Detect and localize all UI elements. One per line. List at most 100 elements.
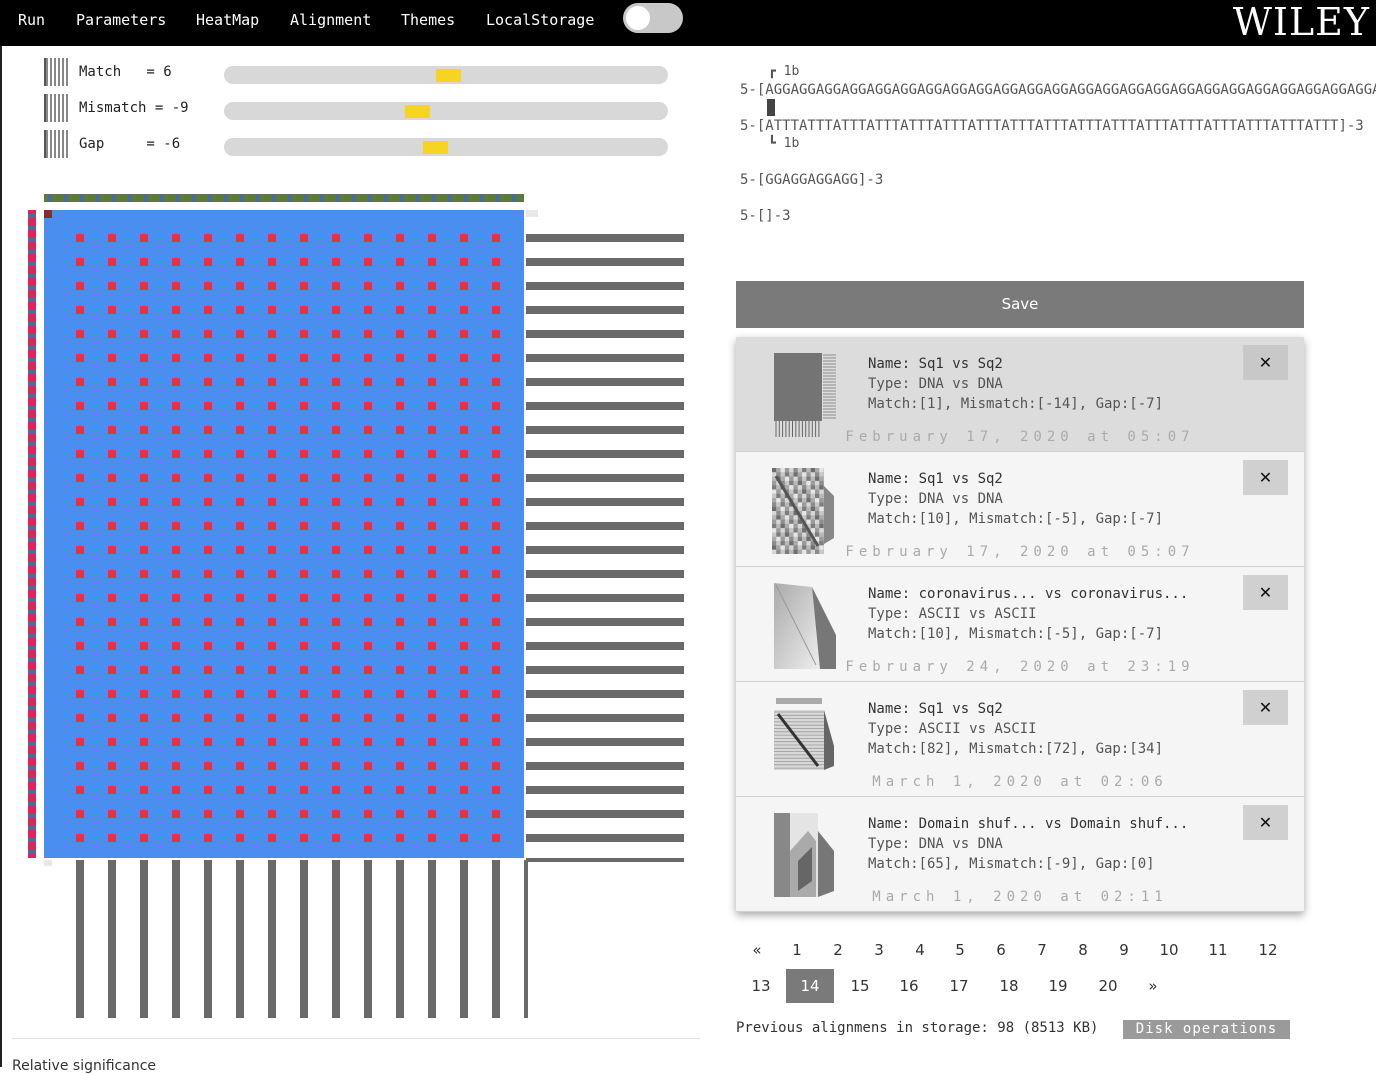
alignment-heatmap[interactable] [0, 180, 700, 1040]
match-dot [300, 690, 308, 698]
match-dot [268, 234, 276, 242]
nav-alignment[interactable]: Alignment [290, 11, 371, 29]
saved-alignment-item[interactable]: Name: Domain shuf... vs Domain shuf... Ty… [736, 797, 1304, 912]
top-bar-tick [256, 194, 260, 202]
mismatch-slider[interactable] [224, 102, 668, 120]
match-dot [140, 282, 148, 290]
match-dot [108, 522, 116, 530]
saved-alignment-item[interactable]: Name: Sq1 vs Sq2 Type: ASCII vs ASCII Matc… [736, 682, 1304, 797]
nav-themes[interactable]: Themes [401, 11, 455, 29]
save-button[interactable]: Save [736, 281, 1304, 328]
nav-parameters[interactable]: Parameters [76, 11, 166, 29]
match-dot [332, 234, 340, 242]
match-dot [76, 354, 84, 362]
match-dot [108, 378, 116, 386]
pager-page[interactable]: 15 [836, 969, 884, 1003]
match-dot [236, 378, 244, 386]
drag-handle-icon[interactable] [44, 94, 70, 122]
match-dot [172, 786, 180, 794]
pager-page[interactable]: 13 [737, 969, 785, 1003]
left-bar-tick [28, 610, 36, 614]
pager-page[interactable]: 12 [1244, 933, 1292, 967]
mismatch-slider-thumb[interactable] [404, 105, 430, 118]
left-bar-tick [28, 358, 36, 362]
pager-page[interactable]: 11 [1194, 933, 1242, 967]
row-score-bar [526, 642, 684, 650]
match-dot [300, 546, 308, 554]
theme-toggle[interactable] [623, 3, 683, 33]
match-dot [204, 426, 212, 434]
alignment-thumbnail [774, 353, 836, 437]
match-dot [492, 282, 500, 290]
match-dot [364, 234, 372, 242]
pager-page[interactable]: 14 [786, 969, 834, 1003]
delete-close-icon[interactable]: ✕ [1243, 805, 1288, 840]
match-dot [268, 642, 276, 650]
match-dot [332, 690, 340, 698]
match-dot [396, 738, 404, 746]
nav-run[interactable]: Run [18, 11, 45, 29]
match-dot [460, 450, 468, 458]
pager-page[interactable]: 9 [1100, 933, 1148, 967]
match-dot [204, 546, 212, 554]
match-dot [428, 762, 436, 770]
match-dot [236, 690, 244, 698]
saved-alignment-item[interactable]: Name: Sq1 vs Sq2 Type: DNA vs DNA Match:[1… [736, 337, 1304, 452]
pager-page[interactable]: 19 [1034, 969, 1082, 1003]
match-dot [76, 234, 84, 242]
match-dot [236, 258, 244, 266]
delete-close-icon[interactable]: ✕ [1243, 690, 1288, 725]
drag-handle-icon[interactable] [44, 130, 70, 158]
match-dot [332, 402, 340, 410]
item-name: Name: coronavirus... vs coronavirus... [868, 586, 1189, 602]
delete-close-icon[interactable]: ✕ [1243, 460, 1288, 495]
match-dot [140, 354, 148, 362]
match-dot [236, 450, 244, 458]
nav-heatmap[interactable]: HeatMap [196, 11, 259, 29]
match-dot [236, 714, 244, 722]
param-label-mismatch: Mismatch = -9 [79, 100, 189, 116]
match-dot [332, 330, 340, 338]
drag-handle-icon[interactable] [44, 58, 70, 86]
pager-page[interactable]: 17 [935, 969, 983, 1003]
pager-page[interactable]: 20 [1084, 969, 1132, 1003]
match-dot [428, 666, 436, 674]
pager-page[interactable]: 18 [985, 969, 1033, 1003]
top-bar-tick [96, 194, 100, 202]
saved-alignment-item[interactable]: Name: Sq1 vs Sq2 Type: DNA vs DNA Match:[1… [736, 452, 1304, 567]
gap-slider[interactable] [224, 138, 668, 156]
saved-alignment-item[interactable]: Name: coronavirus... vs coronavirus... Ty… [736, 567, 1304, 682]
left-bar-tick [28, 658, 36, 662]
left-bar-tick [28, 238, 36, 242]
match-dot [396, 378, 404, 386]
left-bar-tick [28, 490, 36, 494]
match-dot [300, 330, 308, 338]
match-slider[interactable] [224, 66, 668, 84]
pager-page[interactable]: 10 [1145, 933, 1193, 967]
top-bar-tick [400, 194, 404, 202]
column-score-bar [140, 860, 148, 1018]
match-dot [172, 522, 180, 530]
match-dot [140, 594, 148, 602]
row-score-bar [526, 306, 684, 314]
match-slider-thumb[interactable] [436, 69, 461, 82]
pager-next[interactable]: » [1129, 969, 1177, 1003]
left-bar-tick [28, 430, 36, 434]
match-dot [364, 498, 372, 506]
delete-close-icon[interactable]: ✕ [1243, 575, 1288, 610]
match-dot [140, 330, 148, 338]
delete-close-icon[interactable]: ✕ [1243, 345, 1288, 380]
match-dot [108, 690, 116, 698]
nav-localstorage[interactable]: LocalStorage [486, 11, 594, 29]
disk-operations-button[interactable]: Disk operations [1123, 1020, 1290, 1039]
gap-slider-thumb[interactable] [422, 141, 448, 154]
match-dot [332, 714, 340, 722]
column-score-bar [364, 860, 372, 1018]
alignment-thumbnail [774, 813, 834, 897]
match-dot [300, 786, 308, 794]
match-dot [76, 786, 84, 794]
match-dot [108, 546, 116, 554]
match-dot [236, 618, 244, 626]
pager-page[interactable]: 16 [885, 969, 933, 1003]
left-bar-tick [28, 346, 36, 350]
